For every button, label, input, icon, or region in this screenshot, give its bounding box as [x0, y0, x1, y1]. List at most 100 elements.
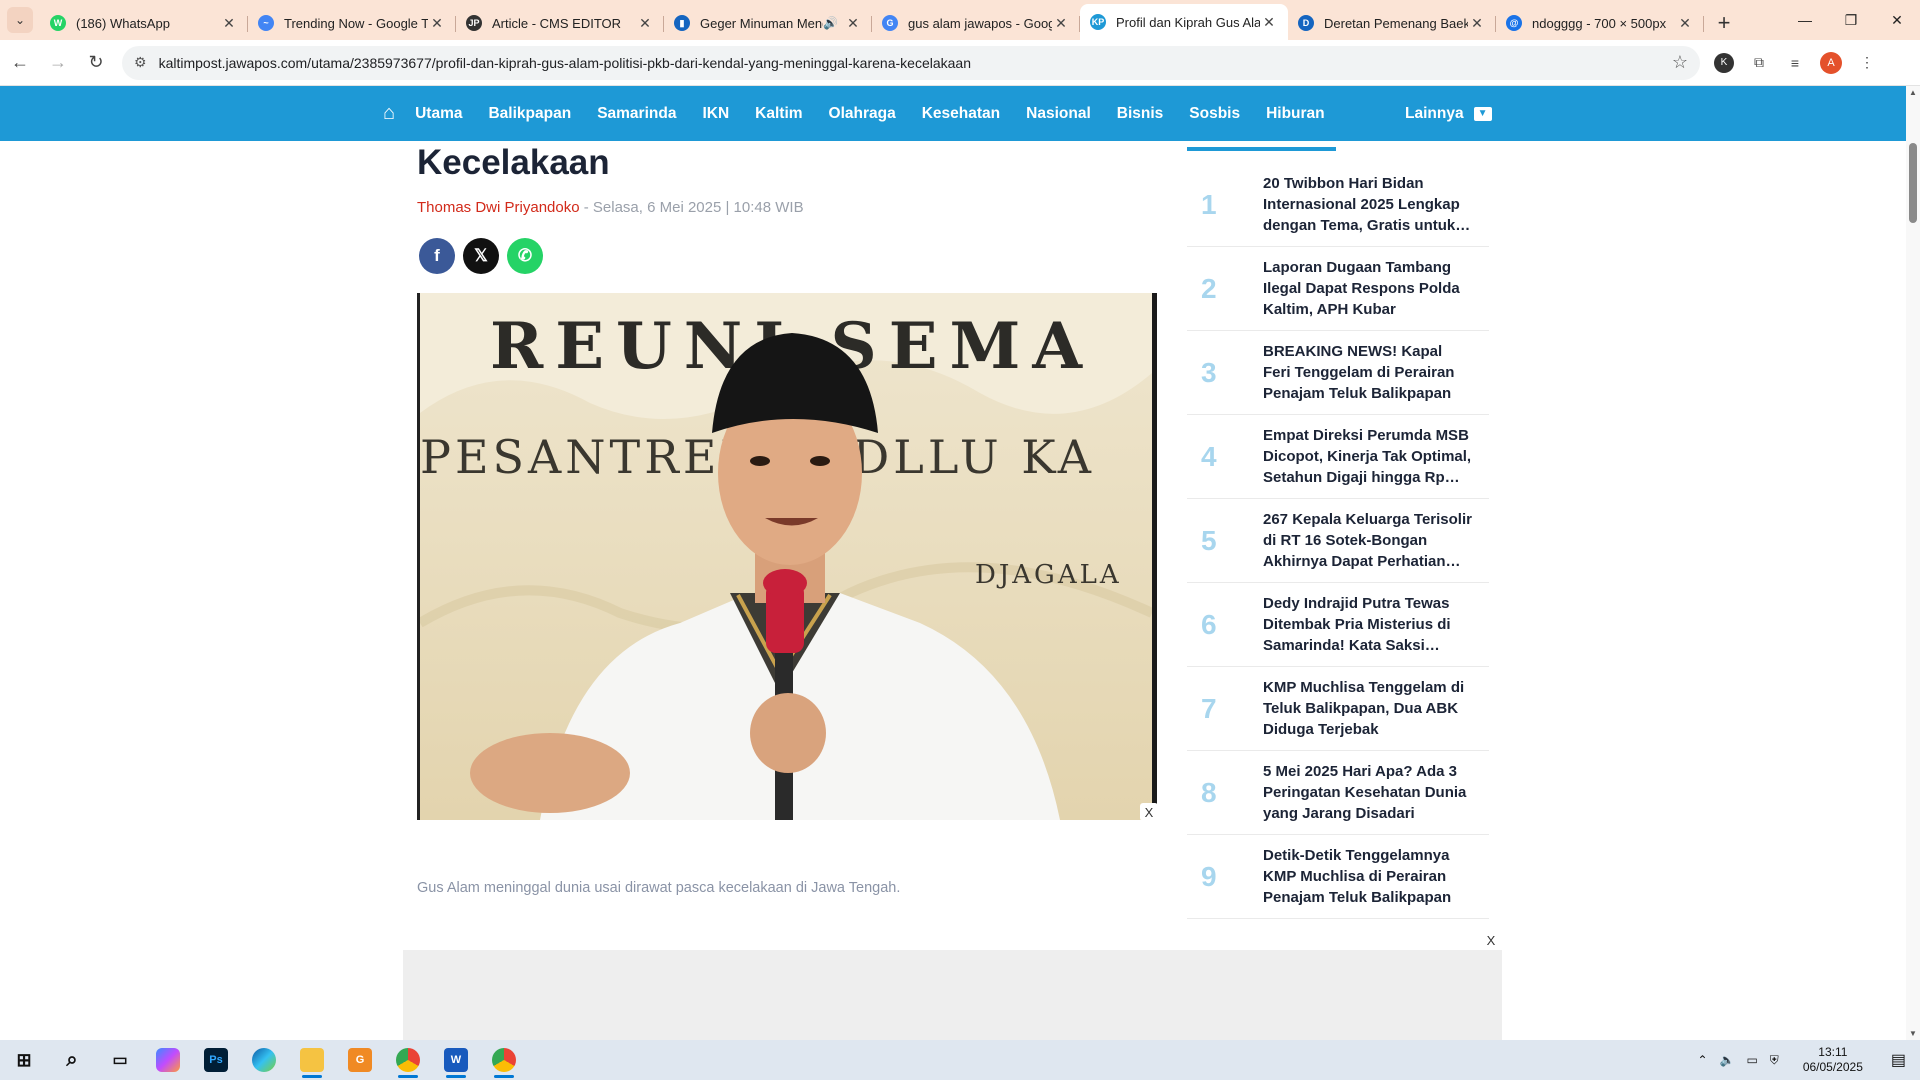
start-button[interactable]: ⊞ [0, 1040, 48, 1080]
url-text[interactable]: kaltimpost.jawapos.com/utama/2385973677/… [159, 55, 1672, 71]
taskbar-edge[interactable] [240, 1040, 288, 1080]
tab-favicon-icon: D [1298, 15, 1314, 31]
volume-icon[interactable]: 🔈 [1720, 1053, 1735, 1067]
popular-item[interactable]: 7 KMP Muchlisa Tenggelam di Teluk Balikpa… [1187, 667, 1489, 751]
popular-title-link[interactable]: Detik-Detik Tenggelamnya KMP Muchlisa di… [1263, 845, 1489, 908]
page-scrollbar[interactable]: ▲ ▼ [1906, 86, 1920, 1040]
nav-link-ikn[interactable]: IKN [702, 105, 729, 123]
popular-item[interactable]: 5 267 Kepala Keluarga Terisolir di RT 16 … [1187, 499, 1489, 583]
browser-tab[interactable]: Ggus alam jawapos - Google ✕ [872, 6, 1080, 40]
chrome-icon [396, 1048, 420, 1072]
forward-button[interactable]: → [40, 45, 76, 81]
nav-link-utama[interactable]: Utama [415, 105, 462, 123]
home-icon[interactable]: ⌂ [383, 102, 395, 125]
browser-tab[interactable]: @ ndogggg - 700 × 500px ✕ [1496, 6, 1704, 40]
site-info-icon[interactable]: ⚙ [134, 54, 147, 71]
taskbar-word[interactable]: W [432, 1040, 480, 1080]
popular-item[interactable]: 1 20 Twibbon Hari Bidan Internasional 202… [1187, 163, 1489, 247]
tab-close-icon[interactable]: ✕ [1468, 15, 1486, 32]
browser-tab[interactable]: ▮ Geger Minuman Mengandung🔊 ✕ [664, 6, 872, 40]
taskbar-photoshop[interactable]: Ps [192, 1040, 240, 1080]
facebook-share-button[interactable]: f [419, 238, 455, 274]
popular-item[interactable]: 9 Detik-Detik Tenggelamnya KMP Muchlisa d… [1187, 835, 1489, 919]
photo-close-button[interactable]: X [1140, 803, 1158, 821]
popular-title-link[interactable]: Laporan Dugaan Tambang Ilegal Dapat Resp… [1263, 257, 1489, 320]
tab-title: (186) WhatsApp [76, 15, 170, 31]
tab-title: ndogggg - 700 × 500px [1532, 15, 1667, 31]
back-button[interactable]: ← [2, 45, 38, 81]
nav-link-kesehatan[interactable]: Kesehatan [922, 105, 1000, 123]
security-icon[interactable]: ⛨ [1770, 1053, 1779, 1068]
browser-tab[interactable]: JP Article - CMS EDITOR ✕ [456, 6, 664, 40]
clock[interactable]: 13:11 06/05/2025 [1803, 1045, 1863, 1075]
media-control-icon[interactable]: ≡ [1784, 52, 1806, 74]
taskbar-copilot[interactable] [144, 1040, 192, 1080]
taskbar-chrome-2[interactable] [480, 1040, 528, 1080]
tab-favicon-icon: G [882, 15, 898, 31]
tab-close-icon[interactable]: ✕ [428, 15, 446, 32]
reload-button[interactable]: ↻ [78, 45, 114, 81]
tab-close-icon[interactable]: ✕ [1052, 15, 1070, 32]
network-icon[interactable]: ▭ [1746, 1053, 1757, 1067]
nav-link-sosbis[interactable]: Sosbis [1189, 105, 1240, 123]
search-icon: ⌕ [66, 1048, 78, 1071]
search-button[interactable]: ⌕ [48, 1040, 96, 1080]
popular-item[interactable]: 4 Empat Direksi Perumda MSB Dicopot, Kine… [1187, 415, 1489, 499]
extension-k-icon[interactable]: K [1714, 52, 1734, 73]
popular-title-link[interactable]: 5 Mei 2025 Hari Apa? Ada 3 Peringatan Ke… [1263, 761, 1489, 824]
tab-close-icon[interactable]: ✕ [220, 15, 238, 32]
nav-link-samarinda[interactable]: Samarinda [597, 105, 676, 123]
taskbar-app-orange[interactable]: G [336, 1040, 384, 1080]
whatsapp-share-button[interactable]: ✆ [507, 238, 543, 274]
menu-dots-icon[interactable]: ⋮ [1856, 52, 1878, 74]
minimize-button[interactable]: — [1782, 0, 1828, 40]
popular-title-link[interactable]: 20 Twibbon Hari Bidan Internasional 2025… [1263, 173, 1489, 236]
popular-title-link[interactable]: Dedy Indrajid Putra Tewas Ditembak Pria … [1263, 593, 1489, 656]
taskbar-chrome[interactable] [384, 1040, 432, 1080]
tab-close-icon[interactable]: ✕ [844, 15, 862, 32]
nav-link-kaltim[interactable]: Kaltim [755, 105, 802, 123]
notifications-icon[interactable]: ▤ [1891, 1050, 1906, 1070]
browser-tab[interactable]: D Deretan Pemenang BaekSang✕ [1288, 6, 1496, 40]
author-link[interactable]: Thomas Dwi Priyandoko [417, 199, 580, 216]
tab-close-icon[interactable]: ✕ [1676, 15, 1694, 32]
ad-close-button[interactable]: X [1480, 930, 1502, 950]
nav-more-dropdown[interactable]: Lainnya ▼ [1405, 86, 1492, 141]
popular-title-link[interactable]: 267 Kepala Keluarga Terisolir di RT 16 S… [1263, 509, 1489, 572]
nav-link-balikpapan[interactable]: Balikpapan [488, 105, 571, 123]
share-buttons: f 𝕏 ✆ [419, 238, 543, 274]
taskbar-file-explorer[interactable] [288, 1040, 336, 1080]
scroll-up-icon[interactable]: ▲ [1909, 88, 1917, 97]
profile-avatar[interactable]: A [1820, 51, 1842, 74]
browser-tab[interactable]: ~ Trending Now - Google Trends✕ [248, 6, 456, 40]
nav-link-nasional[interactable]: Nasional [1026, 105, 1091, 123]
popular-item[interactable]: 8 5 Mei 2025 Hari Apa? Ada 3 Peringatan K… [1187, 751, 1489, 835]
popular-title-link[interactable]: BREAKING NEWS! Kapal Feri Tenggelam di P… [1263, 341, 1489, 404]
nav-link-hiburan[interactable]: Hiburan [1266, 105, 1325, 123]
task-view-button[interactable]: ▭ [96, 1040, 144, 1080]
new-tab-button[interactable]: + [1704, 6, 1744, 40]
popular-title-link[interactable]: KMP Muchlisa Tenggelam di Teluk Balikpap… [1263, 677, 1489, 740]
scroll-down-icon[interactable]: ▼ [1909, 1029, 1917, 1038]
nav-link-bisnis[interactable]: Bisnis [1117, 105, 1164, 123]
audio-playing-icon[interactable]: 🔊 [823, 16, 838, 30]
restore-button[interactable]: ❐ [1828, 0, 1874, 40]
chevron-up-icon[interactable]: ⌃ [1697, 1053, 1707, 1067]
tab-close-icon[interactable]: ✕ [636, 15, 654, 32]
bookmark-star-icon[interactable]: ☆ [1672, 52, 1688, 73]
tab-close-icon[interactable]: ✕ [1260, 14, 1278, 31]
browser-tab[interactable]: KP Profil dan Kiprah Gus Alam ✕ [1080, 4, 1288, 40]
close-window-button[interactable]: ✕ [1874, 0, 1920, 40]
scrollbar-thumb[interactable] [1909, 143, 1917, 223]
popular-item[interactable]: 6 Dedy Indrajid Putra Tewas Ditembak Pria… [1187, 583, 1489, 667]
address-bar[interactable]: ⚙ kaltimpost.jawapos.com/utama/238597367… [122, 45, 1700, 80]
x-share-button[interactable]: 𝕏 [463, 238, 499, 274]
popular-title-link[interactable]: Empat Direksi Perumda MSB Dicopot, Kiner… [1263, 425, 1489, 488]
nav-link-olahraga[interactable]: Olahraga [829, 105, 896, 123]
browser-tab[interactable]: W (186) WhatsApp ✕ [40, 6, 248, 40]
popular-item[interactable]: 2 Laporan Dugaan Tambang Ilegal Dapat Res… [1187, 247, 1489, 331]
popular-item[interactable]: 3 BREAKING NEWS! Kapal Feri Tenggelam di … [1187, 331, 1489, 415]
extensions-puzzle-icon[interactable]: ⧉ [1748, 52, 1770, 74]
tab-search-button[interactable]: ⌄ [0, 0, 40, 40]
popular-rank: 2 [1201, 272, 1217, 304]
